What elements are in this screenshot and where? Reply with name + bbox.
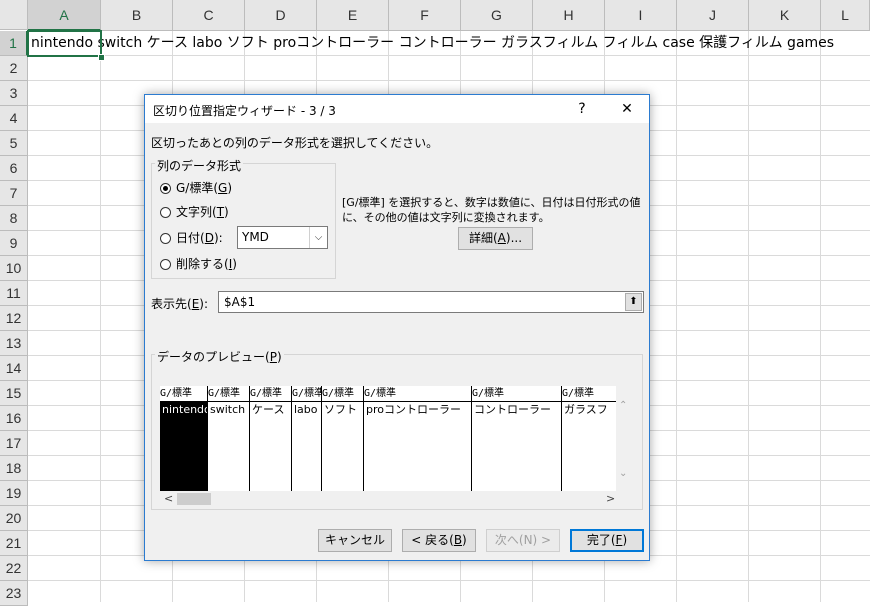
row-header-23[interactable]: 23	[0, 581, 28, 606]
radio-button[interactable]	[160, 206, 171, 218]
row-header-5[interactable]: 5	[0, 131, 28, 156]
radio-button[interactable]	[160, 258, 171, 270]
text-to-columns-dialog: 区切り位置指定ウィザード - 3 / 3 ? ✕ 区切ったあとの列のデータ形式を…	[144, 94, 650, 561]
close-icon[interactable]: ✕	[617, 99, 637, 119]
radio-general[interactable]: G/標準(G)	[160, 179, 232, 197]
preview-column[interactable]: switch	[208, 402, 250, 491]
preview-column[interactable]: proコントローラー	[364, 402, 472, 491]
grid-line	[676, 31, 677, 602]
chevron-down-icon[interactable]: ⌄	[619, 468, 627, 479]
dialog-description: 区切ったあとの列のデータ形式を選択してください。	[151, 136, 439, 150]
column-header-h[interactable]: H	[533, 0, 605, 31]
preview-column[interactable]: ソフト	[322, 402, 364, 491]
preview-column-header[interactable]: G/標準	[160, 386, 208, 402]
chevron-up-icon[interactable]: ⌃	[619, 400, 627, 411]
row-header-11[interactable]: 11	[0, 281, 28, 306]
cancel-button[interactable]: キャンセル	[318, 529, 392, 552]
preview-column-header[interactable]: G/標準	[364, 386, 472, 402]
row-header-15[interactable]: 15	[0, 381, 28, 406]
format-info-text: [G/標準] を選択すると、数字は数値に、日付は日付形式の値に、その他の値は文字…	[342, 196, 641, 224]
grid-line	[100, 31, 101, 602]
row-header-21[interactable]: 21	[0, 531, 28, 556]
next-button[interactable]: 次へ(N) >	[486, 529, 560, 552]
row-header-10[interactable]: 10	[0, 256, 28, 281]
column-header-b[interactable]: B	[101, 0, 173, 31]
row-header-16[interactable]: 16	[0, 406, 28, 431]
row-header-18[interactable]: 18	[0, 456, 28, 481]
back-button[interactable]: < 戻る(B)	[402, 529, 476, 552]
collapse-dialog-icon[interactable]: ⬆	[625, 293, 642, 311]
active-cell-outline	[27, 30, 102, 57]
row-header-4[interactable]: 4	[0, 106, 28, 131]
preview-column[interactable]: labo	[292, 402, 322, 491]
row-header-13[interactable]: 13	[0, 331, 28, 356]
scrollbar-thumb[interactable]	[177, 493, 211, 505]
row-header-2[interactable]: 2	[0, 56, 28, 81]
chevron-right-icon[interactable]: >	[606, 491, 615, 507]
preview-column-header[interactable]: G/標準	[208, 386, 250, 402]
column-header-e[interactable]: E	[317, 0, 389, 31]
grid-line	[820, 31, 821, 602]
finish-button[interactable]: 完了(F)	[570, 529, 644, 552]
column-header-i[interactable]: I	[605, 0, 677, 31]
preview-column[interactable]: ガラスフ	[562, 402, 617, 491]
preview-column-header[interactable]: G/標準	[250, 386, 292, 402]
preview-label: データのプレビュー(P)	[155, 348, 284, 365]
row-header-20[interactable]: 20	[0, 506, 28, 531]
preview-vertical-scrollbar[interactable]: ⌃ ⌄	[616, 386, 631, 491]
column-header-c[interactable]: C	[173, 0, 245, 31]
preview-column-header[interactable]: G/標準	[562, 386, 617, 402]
row-header-3[interactable]: 3	[0, 81, 28, 106]
grid-line	[28, 80, 870, 81]
radio-text[interactable]: 文字列(T)	[160, 203, 229, 221]
destination-input[interactable]: $A$1 ⬆	[218, 291, 644, 313]
row-header-19[interactable]: 19	[0, 481, 28, 506]
radio-date[interactable]: 日付(D):	[160, 229, 223, 247]
dialog-titlebar[interactable]: 区切り位置指定ウィザード - 3 / 3 ? ✕	[145, 95, 649, 123]
dialog-title: 区切り位置指定ウィザード - 3 / 3	[153, 104, 336, 118]
row-header-17[interactable]: 17	[0, 431, 28, 456]
cell-a1-text[interactable]: nintendo switch ケース labo ソフト proコントローラー …	[31, 31, 834, 56]
preview-column[interactable]: コントローラー	[472, 402, 562, 491]
radio-skip[interactable]: 削除する(I)	[160, 255, 237, 273]
format-group-label: 列のデータ形式	[155, 157, 244, 174]
data-preview[interactable]: G/標準 G/標準 G/標準 G/標準 G/標準 G/標準 G/標準 G/標準 …	[160, 386, 631, 491]
advanced-button[interactable]: 詳細(A)...	[458, 227, 533, 250]
row-header-14[interactable]: 14	[0, 356, 28, 381]
preview-column-header[interactable]: G/標準	[472, 386, 562, 402]
column-header-k[interactable]: K	[749, 0, 821, 31]
column-header-f[interactable]: F	[389, 0, 461, 31]
destination-label: 表示先(E):	[151, 297, 209, 311]
date-format-select[interactable]: YMD ⌵	[237, 226, 328, 249]
preview-column-header[interactable]: G/標準	[322, 386, 364, 402]
grid-line	[748, 31, 749, 602]
chevron-down-icon[interactable]: ⌵	[309, 227, 327, 248]
column-header-l[interactable]: L	[821, 0, 870, 31]
preview-column-selected[interactable]: nintendo	[160, 402, 208, 491]
row-header-6[interactable]: 6	[0, 156, 28, 181]
column-header-a[interactable]: A	[28, 0, 101, 31]
column-header-d[interactable]: D	[245, 0, 317, 31]
row-header-9[interactable]: 9	[0, 231, 28, 256]
date-format-value: YMD	[242, 230, 269, 244]
select-all-corner[interactable]	[0, 0, 28, 30]
row-header-7[interactable]: 7	[0, 181, 28, 206]
column-header-j[interactable]: J	[677, 0, 749, 31]
radio-button-checked[interactable]	[160, 182, 171, 194]
help-button[interactable]: ?	[572, 99, 592, 119]
preview-column-header[interactable]: G/標準	[292, 386, 322, 402]
fill-handle[interactable]	[98, 54, 105, 61]
destination-value: $A$1	[224, 295, 256, 309]
grid-line	[28, 580, 870, 581]
preview-column[interactable]: ケース	[250, 402, 292, 491]
row-header-8[interactable]: 8	[0, 206, 28, 231]
row-header-1[interactable]: 1	[0, 31, 28, 56]
chevron-left-icon[interactable]: <	[164, 491, 173, 507]
row-header-12[interactable]: 12	[0, 306, 28, 331]
preview-horizontal-scrollbar[interactable]: < >	[160, 491, 631, 507]
row-header-22[interactable]: 22	[0, 556, 28, 581]
column-header-g[interactable]: G	[461, 0, 533, 31]
radio-button[interactable]	[160, 232, 171, 244]
